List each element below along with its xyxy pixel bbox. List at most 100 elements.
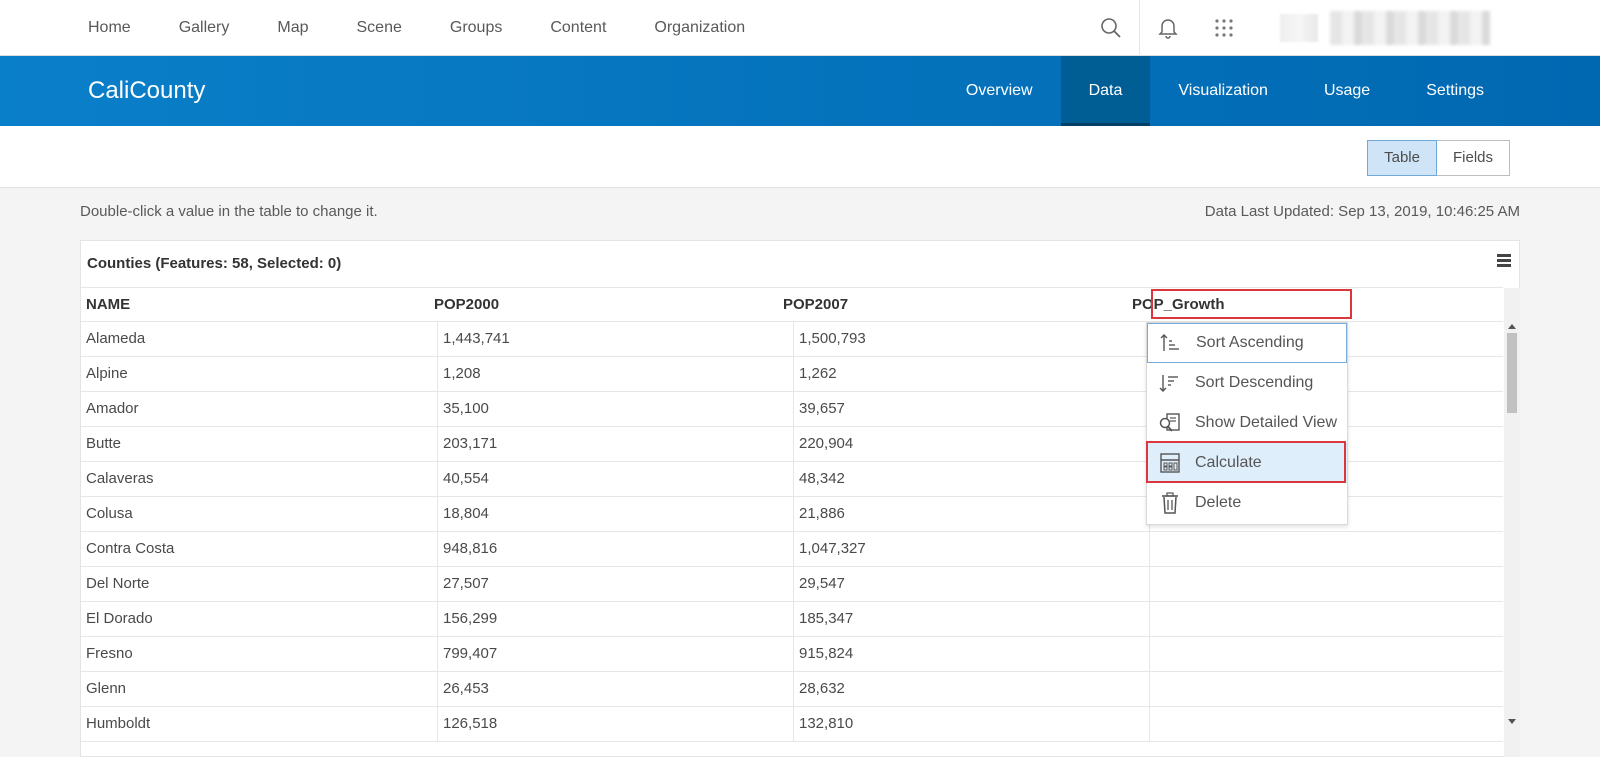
nav-map[interactable]: Map — [253, 0, 332, 56]
nav-gallery[interactable]: Gallery — [155, 0, 254, 56]
search-button[interactable] — [1083, 0, 1139, 56]
table-cell[interactable]: 21,886 — [794, 497, 1150, 531]
scroll-up-arrow[interactable] — [1508, 324, 1516, 329]
table-cell[interactable]: 35,100 — [438, 392, 794, 426]
column-highlight-box — [1151, 289, 1352, 319]
table-cell[interactable]: Amador — [81, 392, 438, 426]
table-cell[interactable] — [1150, 672, 1503, 706]
table-cell[interactable]: 1,047,327 — [794, 532, 1150, 566]
column-header-pop2007[interactable]: POP2007 — [778, 288, 848, 322]
fields-view-button[interactable]: Fields — [1436, 140, 1510, 176]
scroll-down-arrow[interactable] — [1508, 719, 1516, 724]
avatar — [1280, 14, 1318, 42]
table-cell[interactable]: 915,824 — [794, 637, 1150, 671]
table-row[interactable]: Glenn 26,453 28,632 — [81, 672, 1503, 707]
trash-icon — [1147, 483, 1193, 523]
table-cell[interactable]: 26,453 — [438, 672, 794, 706]
table-row[interactable]: Fresno 799,407 915,824 — [81, 637, 1503, 672]
tab-visualization[interactable]: Visualization — [1150, 56, 1296, 126]
view-toolbar: Table Fields — [0, 126, 1600, 188]
column-header-name[interactable]: NAME — [81, 288, 130, 322]
table-cell[interactable]: 203,171 — [438, 427, 794, 461]
sort-ascending-icon — [1148, 323, 1194, 363]
table-options-button[interactable] — [1497, 254, 1511, 268]
table-scrollbar[interactable] — [1504, 288, 1520, 757]
menu-item-sort-ascending[interactable]: Sort Ascending — [1147, 323, 1347, 363]
item-header: CaliCounty Overview Data Visualization U… — [0, 56, 1600, 126]
column-header-pop2000[interactable]: POP2000 — [429, 288, 499, 322]
table-cell[interactable]: Butte — [81, 427, 438, 461]
table-row[interactable]: Contra Costa 948,816 1,047,327 — [81, 532, 1503, 567]
table-cell[interactable]: 1,262 — [794, 357, 1150, 391]
table-cell[interactable]: 28,632 — [794, 672, 1150, 706]
nav-content[interactable]: Content — [526, 0, 630, 56]
table-cell[interactable]: 156,299 — [438, 602, 794, 636]
nav-tools — [1083, 0, 1600, 56]
table-cell[interactable]: Contra Costa — [81, 532, 438, 566]
nav-organization[interactable]: Organization — [630, 0, 769, 56]
menu-icon-bar — [1497, 264, 1511, 267]
table-title: Counties (Features: 58, Selected: 0) — [87, 255, 342, 272]
table-cell[interactable]: Calaveras — [81, 462, 438, 496]
scrollbar-thumb[interactable] — [1507, 333, 1517, 413]
table-cell[interactable]: 48,342 — [794, 462, 1150, 496]
column-context-menu: Sort Ascending Sort Descending Show Deta… — [1146, 322, 1348, 525]
tab-data[interactable]: Data — [1060, 56, 1151, 126]
nav-groups[interactable]: Groups — [426, 0, 526, 56]
table-cell[interactable]: Colusa — [81, 497, 438, 531]
table-cell[interactable] — [1150, 532, 1503, 566]
table-cell[interactable]: 29,547 — [794, 567, 1150, 601]
table-cell[interactable]: 1,208 — [438, 357, 794, 391]
menu-item-label: Sort Descending — [1195, 374, 1314, 391]
menu-item-label: Sort Ascending — [1196, 334, 1304, 351]
sort-descending-icon — [1147, 363, 1193, 403]
table-cell[interactable] — [1150, 567, 1503, 601]
table-cell[interactable]: 799,407 — [438, 637, 794, 671]
menu-item-delete[interactable]: Delete — [1147, 483, 1347, 523]
table-cell[interactable]: 948,816 — [438, 532, 794, 566]
table-cell[interactable] — [1150, 707, 1503, 741]
table-cell[interactable]: 220,904 — [794, 427, 1150, 461]
table-row[interactable]: Del Norte 27,507 29,547 — [81, 567, 1503, 602]
table-cell[interactable]: Alpine — [81, 357, 438, 391]
table-cell[interactable]: Humboldt — [81, 707, 438, 741]
bell-icon — [1158, 19, 1178, 39]
menu-item-show-detailed-view[interactable]: Show Detailed View — [1147, 403, 1347, 443]
last-updated: Data Last Updated: Sep 13, 2019, 10:46:2… — [1204, 203, 1520, 220]
table-row[interactable]: El Dorado 156,299 185,347 — [81, 602, 1503, 637]
tab-settings[interactable]: Settings — [1398, 56, 1512, 126]
table-row[interactable]: Humboldt 126,518 132,810 — [81, 707, 1503, 742]
detailed-view-icon — [1147, 403, 1193, 443]
nav-scene[interactable]: Scene — [333, 0, 426, 56]
view-toggle: Table Fields — [1367, 140, 1510, 176]
table-cell[interactable]: 27,507 — [438, 567, 794, 601]
menu-item-sort-descending[interactable]: Sort Descending — [1147, 363, 1347, 403]
table-cell[interactable] — [1150, 602, 1503, 636]
calculate-highlight-box — [1146, 441, 1346, 483]
table-cell[interactable]: Del Norte — [81, 567, 438, 601]
menu-item-label: Show Detailed View — [1195, 414, 1338, 431]
table-cell[interactable]: 1,500,793 — [794, 322, 1150, 356]
table-cell[interactable]: Fresno — [81, 637, 438, 671]
nav-home[interactable]: Home — [64, 0, 155, 56]
app-launcher-button[interactable] — [1196, 0, 1252, 56]
tab-overview[interactable]: Overview — [938, 56, 1061, 126]
table-cell[interactable]: 39,657 — [794, 392, 1150, 426]
table-cell[interactable]: 18,804 — [438, 497, 794, 531]
table-cell[interactable] — [1150, 637, 1503, 671]
table-cell[interactable]: 126,518 — [438, 707, 794, 741]
table-cell[interactable]: 40,554 — [438, 462, 794, 496]
user-menu[interactable] — [1280, 11, 1490, 45]
table-cell[interactable]: 1,443,741 — [438, 322, 794, 356]
table-cell[interactable]: 185,347 — [794, 602, 1150, 636]
item-tabs: Overview Data Visualization Usage Settin… — [938, 56, 1512, 126]
top-navigation: Home Gallery Map Scene Groups Content Or… — [0, 0, 1600, 56]
table-cell[interactable]: Alameda — [81, 322, 438, 356]
notifications-button[interactable] — [1140, 0, 1196, 56]
username-redacted — [1330, 11, 1490, 45]
table-cell[interactable]: 132,810 — [794, 707, 1150, 741]
table-cell[interactable]: Glenn — [81, 672, 438, 706]
table-view-button[interactable]: Table — [1367, 140, 1437, 176]
table-cell[interactable]: El Dorado — [81, 602, 438, 636]
tab-usage[interactable]: Usage — [1296, 56, 1398, 126]
